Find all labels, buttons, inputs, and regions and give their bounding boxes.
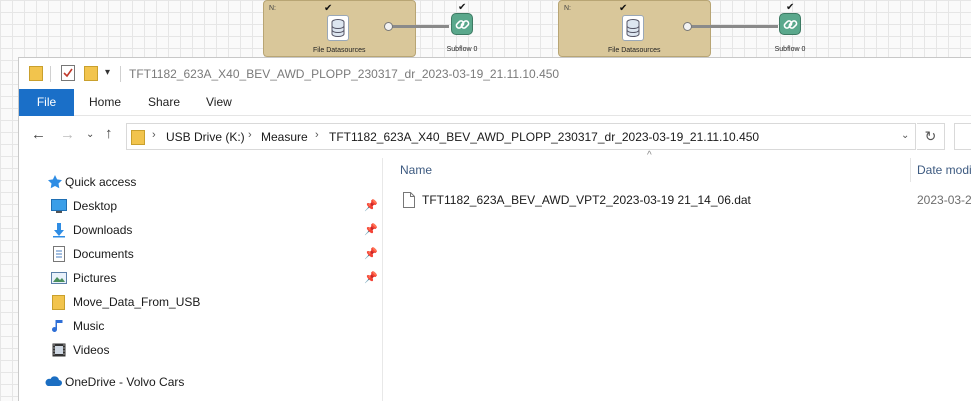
cloud-icon <box>44 374 62 397</box>
database-icon <box>327 15 349 41</box>
desktop-icon <box>51 198 67 221</box>
tab-view[interactable]: View <box>206 89 232 116</box>
node-label: N: <box>564 5 571 12</box>
column-header-date-modified[interactable]: Date modi <box>917 163 971 177</box>
new-folder-icon[interactable] <box>84 65 98 84</box>
breadcrumb-separator[interactable]: › <box>248 129 252 141</box>
back-arrow-icon[interactable]: ← <box>31 126 46 143</box>
breadcrumb-current-folder[interactable]: TFT1182_623A_X40_BEV_AWD_PLOPP_230317_dr… <box>329 130 759 144</box>
up-arrow-icon[interactable]: ↑ <box>105 125 113 142</box>
recent-locations-icon[interactable]: ⌄ <box>86 129 94 140</box>
refresh-button[interactable]: ↻ <box>917 123 945 150</box>
sort-ascending-icon: ^ <box>647 150 652 161</box>
address-bar[interactable]: › USB Drive (K:) › Measure › TFT1182_623… <box>126 123 916 150</box>
column-separator[interactable] <box>910 158 911 182</box>
divider <box>50 66 51 82</box>
pin-icon[interactable]: 📌 <box>364 247 378 260</box>
subflow-caption: Subflow 0 <box>774 46 806 53</box>
breadcrumb-separator[interactable]: › <box>152 129 156 141</box>
database-icon <box>622 15 644 41</box>
nav-label: Move_Data_From_USB <box>73 295 201 309</box>
file-explorer-window: ▾ TFT1182_623A_X40_BEV_AWD_PLOPP_230317_… <box>18 57 971 401</box>
node-caption: File Datasources <box>608 47 661 54</box>
nav-label: Quick access <box>65 175 137 189</box>
refresh-icon: ↻ <box>924 128 937 144</box>
check-icon: ✔ <box>324 3 333 14</box>
downloads-icon <box>51 222 67 245</box>
address-row: ← → ⌄ ↑ › USB Drive (K:) › Measure › TFT… <box>19 116 971 158</box>
check-icon: ✔ <box>619 3 628 14</box>
tab-home[interactable]: Home <box>89 89 121 116</box>
check-icon: ✔ <box>458 2 467 13</box>
nav-label: Videos <box>73 343 110 357</box>
subflow-icon <box>779 13 801 35</box>
subflow-icon <box>451 13 473 35</box>
address-dropdown-icon[interactable]: ⌄ <box>901 130 909 141</box>
breadcrumb-usb-drive[interactable]: USB Drive (K:) <box>166 130 245 144</box>
output-port[interactable] <box>384 22 393 31</box>
customize-dropdown-icon[interactable]: ▾ <box>105 67 110 78</box>
nav-label: Documents <box>73 247 134 261</box>
videos-icon <box>51 342 67 365</box>
output-port[interactable] <box>683 22 692 31</box>
node-caption: File Datasources <box>313 47 366 54</box>
breadcrumb-separator[interactable]: › <box>315 129 319 141</box>
search-input[interactable] <box>954 123 971 150</box>
title-bar: ▾ TFT1182_623A_X40_BEV_AWD_PLOPP_230317_… <box>19 58 971 89</box>
file-name: TFT1182_623A_BEV_AWD_VPT2_2023-03-19 21_… <box>422 193 751 207</box>
forward-arrow-icon[interactable]: → <box>60 126 75 143</box>
file-row[interactable]: TFT1182_623A_BEV_AWD_VPT2_2023-03-19 21_… <box>400 190 971 212</box>
window-title: TFT1182_623A_X40_BEV_AWD_PLOPP_230317_dr… <box>129 67 560 81</box>
node-label: N: <box>269 5 276 12</box>
navigation-pane: Quick access Desktop 📌 Downloads 📌 Docum… <box>19 158 382 401</box>
file-icon <box>403 192 415 211</box>
star-icon <box>47 174 63 197</box>
file-date-modified: 2023-03-20 <box>917 193 971 207</box>
tab-file[interactable]: File <box>19 89 74 116</box>
nav-label: Pictures <box>73 271 117 285</box>
check-icon: ✔ <box>786 2 795 13</box>
subflow-node-2[interactable]: ✔ Subflow 0 <box>760 0 820 57</box>
pictures-icon <box>51 270 67 293</box>
nav-label: Desktop <box>73 199 118 213</box>
breadcrumb-measure[interactable]: Measure <box>261 130 308 144</box>
documents-icon <box>51 246 67 269</box>
file-list-pane: ^ Name Date modi TFT1182_623A_BEV_AWD_VP… <box>383 150 971 401</box>
nav-label: Music <box>73 319 105 333</box>
nav-label: OneDrive - Volvo Cars <box>65 375 185 389</box>
workflow-node-1[interactable]: N: ✔ File Datasources <box>263 0 416 57</box>
folder-icon <box>29 65 43 84</box>
music-icon <box>51 318 67 341</box>
divider <box>120 66 121 82</box>
folder-icon <box>131 129 145 148</box>
ribbon: File Home Share View <box>19 89 971 116</box>
nav-label: Downloads <box>73 223 133 237</box>
subflow-node-1[interactable]: ✔ Subflow 0 <box>432 0 492 57</box>
properties-icon[interactable] <box>61 65 75 84</box>
folder-icon <box>51 294 67 317</box>
subflow-caption: Subflow 0 <box>446 46 478 53</box>
pin-icon[interactable]: 📌 <box>364 199 378 212</box>
column-header-name[interactable]: Name <box>400 163 432 177</box>
pin-icon[interactable]: 📌 <box>364 223 378 236</box>
pin-icon[interactable]: 📌 <box>364 271 378 284</box>
tab-share[interactable]: Share <box>148 89 180 116</box>
